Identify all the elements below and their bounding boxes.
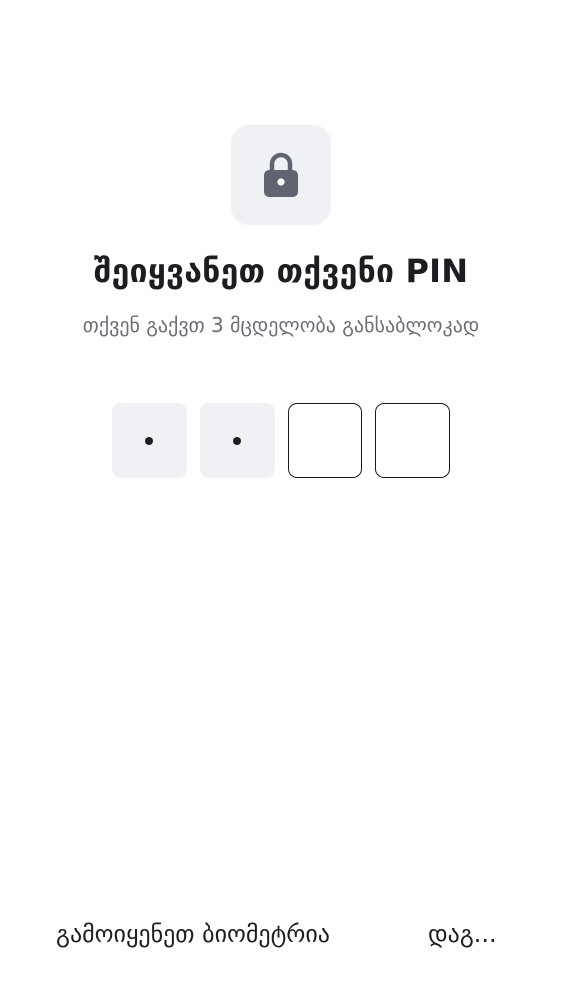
page-title: შეიყვანეთ თქვენი PIN [93, 252, 469, 290]
lock-icon [262, 151, 300, 199]
forgot-pin-button[interactable]: დაგ... [428, 912, 500, 956]
use-biometrics-button[interactable]: გამოიყენეთ ბიომეტრია [56, 912, 330, 956]
pin-digit-4[interactable] [375, 403, 450, 478]
pin-digit-2[interactable] [199, 403, 275, 478]
pin-input-row[interactable] [112, 403, 450, 478]
pin-mask-dot [145, 436, 154, 445]
pin-digit-1[interactable] [112, 403, 187, 478]
lock-tile [231, 125, 331, 225]
pin-mask-dot [233, 436, 242, 445]
bottom-actions: გამოიყენეთ ბიომეტრია დაგ... [0, 912, 562, 956]
pin-entry-screen: შეიყვანეთ თქვენი PIN თქვენ გაქვთ 3 მცდელ… [0, 0, 562, 1000]
attempts-remaining-text: თქვენ გაქვთ 3 მცდელობა განსაბლოკად [82, 313, 480, 337]
pin-digit-3[interactable] [287, 403, 363, 478]
